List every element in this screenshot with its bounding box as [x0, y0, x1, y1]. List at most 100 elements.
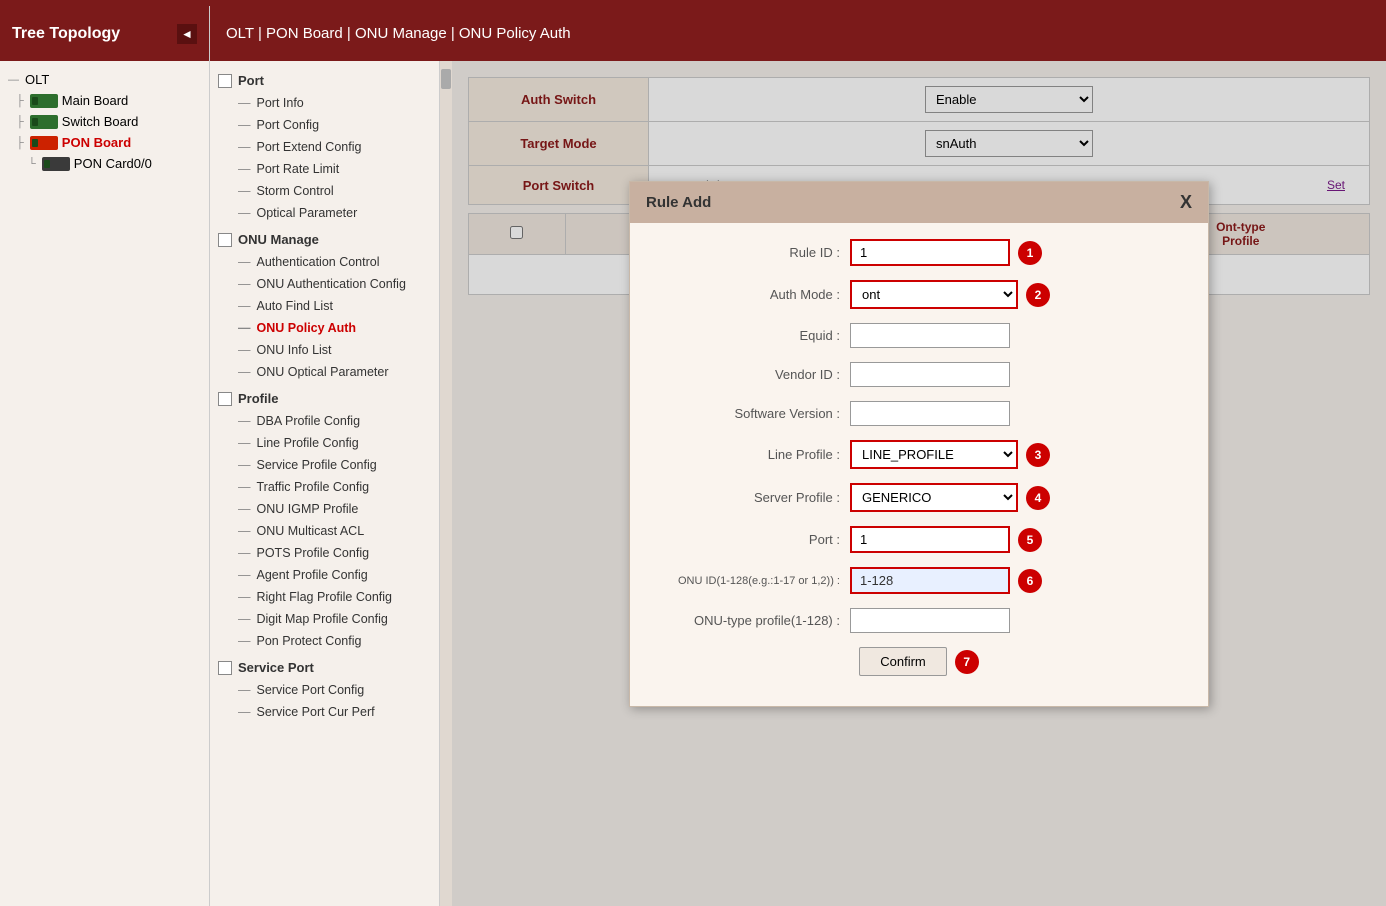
- nav-item-portextend[interactable]: — Port Extend Config: [210, 136, 439, 158]
- form-row-confirm: Confirm 7: [650, 647, 1188, 676]
- ruleid-input[interactable]: [850, 239, 1010, 266]
- switchboard-icon: [30, 115, 58, 129]
- modal-header: Rule Add X: [630, 182, 1208, 223]
- nav-item-onuoptical[interactable]: — ONU Optical Parameter: [210, 361, 439, 383]
- nav-item-onupolicyauth-label: ONU Policy Auth: [257, 321, 357, 335]
- port-checkbox[interactable]: [218, 74, 232, 88]
- nav-section-profile-header[interactable]: Profile: [210, 387, 439, 410]
- vendorid-input[interactable]: [850, 362, 1010, 387]
- form-row-lineprofile: Line Profile : LINE_PROFILE PROFILE1 3: [650, 440, 1188, 469]
- nav-panel: Port — Port Info — Port Config — Port Ex…: [210, 61, 440, 906]
- softwareversion-label: Software Version :: [650, 406, 850, 421]
- step-badge-1: 1: [1018, 241, 1042, 265]
- onupolicyauth-dash: —: [238, 321, 251, 335]
- form-row-softwareversion: Software Version :: [650, 401, 1188, 426]
- nav-item-onuauthconfig[interactable]: — ONU Authentication Config: [210, 273, 439, 295]
- authcontrol-dash: —: [238, 255, 251, 269]
- nav-item-dbaprofile-label: DBA Profile Config: [257, 414, 361, 428]
- nav-item-portconfig-label: Port Config: [257, 118, 320, 132]
- form-row-ruleid: Rule ID : 1: [650, 239, 1188, 266]
- modal-close-button[interactable]: X: [1180, 192, 1192, 213]
- nav-section-onumanage-header[interactable]: ONU Manage: [210, 228, 439, 251]
- tree-item-poncard[interactable]: └ PON Card0/0: [4, 153, 205, 174]
- tree-item-switchboard-label: Switch Board: [62, 114, 139, 129]
- stormcontrol-dash: —: [238, 184, 251, 198]
- nav-item-portratelimit[interactable]: — Port Rate Limit: [210, 158, 439, 180]
- onumanage-checkbox[interactable]: [218, 233, 232, 247]
- sidebar-toggle-button[interactable]: ◄: [177, 24, 197, 44]
- tree-item-ponboard-label: PON Board: [62, 135, 131, 150]
- breadcrumb-bar: OLT | PON Board | ONU Manage | ONU Polic…: [210, 6, 1386, 61]
- profile-checkbox[interactable]: [218, 392, 232, 406]
- nav-item-serviceportcurperf-label: Service Port Cur Perf: [257, 705, 375, 719]
- nav-item-onuinfolist-label: ONU Info List: [257, 343, 332, 357]
- nav-section-serviceport-header[interactable]: Service Port: [210, 656, 439, 679]
- nav-item-autofindlist-label: Auto Find List: [257, 299, 333, 313]
- nav-item-onupolicyauth[interactable]: — ONU Policy Auth: [210, 317, 439, 339]
- confirm-button[interactable]: Confirm: [859, 647, 947, 676]
- nav-item-lineprofile[interactable]: — Line Profile Config: [210, 432, 439, 454]
- onutypeprofile-input[interactable]: [850, 608, 1010, 633]
- nav-item-onuinfolist[interactable]: — ONU Info List: [210, 339, 439, 361]
- nav-item-digitmap[interactable]: — Digit Map Profile Config: [210, 608, 439, 630]
- sidebar-title-text: Tree Topology: [12, 25, 120, 43]
- equid-input[interactable]: [850, 323, 1010, 348]
- step-badge-2: 2: [1026, 283, 1050, 307]
- nav-item-potsprofile[interactable]: — POTS Profile Config: [210, 542, 439, 564]
- tree-item-mainboard[interactable]: ├ Main Board: [4, 90, 205, 111]
- tree-item-olt-label: OLT: [25, 72, 49, 87]
- ruleid-label: Rule ID :: [650, 245, 850, 260]
- nav-section-port: Port — Port Info — Port Config — Port Ex…: [210, 69, 439, 224]
- mainboard-connector: ├: [16, 95, 24, 107]
- nav-item-trafficprofile[interactable]: — Traffic Profile Config: [210, 476, 439, 498]
- nav-item-dbaprofile[interactable]: — DBA Profile Config: [210, 410, 439, 432]
- step-badge-7: 7: [955, 650, 979, 674]
- content-area: OLT | PON Board | ONU Manage | ONU Polic…: [210, 6, 1386, 906]
- scrollbar-thumb[interactable]: [441, 69, 451, 89]
- nav-item-portconfig[interactable]: — Port Config: [210, 114, 439, 136]
- lineprofile-select[interactable]: LINE_PROFILE PROFILE1: [850, 440, 1018, 469]
- sidebar: Tree Topology ◄ — OLT ├ Main Board ├ Swi…: [0, 6, 210, 906]
- breadcrumb-text: OLT | PON Board | ONU Manage | ONU Polic…: [226, 25, 571, 42]
- nav-item-autofindlist[interactable]: — Auto Find List: [210, 295, 439, 317]
- serverprofile-select[interactable]: GENERICO PROFILE1: [850, 483, 1018, 512]
- port-input[interactable]: [850, 526, 1010, 553]
- nav-section-port-header[interactable]: Port: [210, 69, 439, 92]
- nav-item-rightflag[interactable]: — Right Flag Profile Config: [210, 586, 439, 608]
- onuid-input[interactable]: [850, 567, 1010, 594]
- nav-item-stormcontrol-label: Storm Control: [257, 184, 334, 198]
- form-row-port: Port : 5: [650, 526, 1188, 553]
- nav-item-portinfo[interactable]: — Port Info: [210, 92, 439, 114]
- nav-section-serviceport: Service Port — Service Port Config — Ser…: [210, 656, 439, 723]
- portinfo-dash: —: [238, 96, 251, 110]
- modal-box: Rule Add X Rule ID : 1: [629, 181, 1209, 707]
- nav-item-onuigmp[interactable]: — ONU IGMP Profile: [210, 498, 439, 520]
- nav-item-serviceprofile-label: Service Profile Config: [257, 458, 377, 472]
- nav-item-authcontrol[interactable]: — Authentication Control: [210, 251, 439, 273]
- nav-item-stormcontrol[interactable]: — Storm Control: [210, 180, 439, 202]
- nav-item-ponprotect[interactable]: — Pon Protect Config: [210, 630, 439, 652]
- nav-item-agentprofile[interactable]: — Agent Profile Config: [210, 564, 439, 586]
- port-label: Port :: [650, 532, 850, 547]
- poncard-connector: └: [28, 158, 36, 170]
- nav-item-onumulticast[interactable]: — ONU Multicast ACL: [210, 520, 439, 542]
- tree-item-olt[interactable]: — OLT: [4, 69, 205, 90]
- tree-item-switchboard[interactable]: ├ Switch Board: [4, 111, 205, 132]
- switchboard-connector: ├: [16, 116, 24, 128]
- nav-item-serviceportcurperf[interactable]: — Service Port Cur Perf: [210, 701, 439, 723]
- opticalparameter-dash: —: [238, 206, 251, 220]
- step-badge-4: 4: [1026, 486, 1050, 510]
- nav-item-serviceportconfig[interactable]: — Service Port Config: [210, 679, 439, 701]
- tree-item-mainboard-label: Main Board: [62, 93, 128, 108]
- nav-item-serviceprofile[interactable]: — Service Profile Config: [210, 454, 439, 476]
- authmode-select[interactable]: ont sn mac loid: [850, 280, 1018, 309]
- softwareversion-input[interactable]: [850, 401, 1010, 426]
- form-row-onuid: ONU ID(1-128(e.g.:1-17 or 1,2)) : 6: [650, 567, 1188, 594]
- nav-item-opticalparameter[interactable]: — Optical Parameter: [210, 202, 439, 224]
- serviceport-checkbox[interactable]: [218, 661, 232, 675]
- tree-view: — OLT ├ Main Board ├ Switch Board ├ PON …: [0, 61, 209, 906]
- form-row-authmode: Auth Mode : ont sn mac loid 2: [650, 280, 1188, 309]
- ponboard-icon: [30, 136, 58, 150]
- poncard-icon: [42, 157, 70, 171]
- tree-item-ponboard[interactable]: ├ PON Board: [4, 132, 205, 153]
